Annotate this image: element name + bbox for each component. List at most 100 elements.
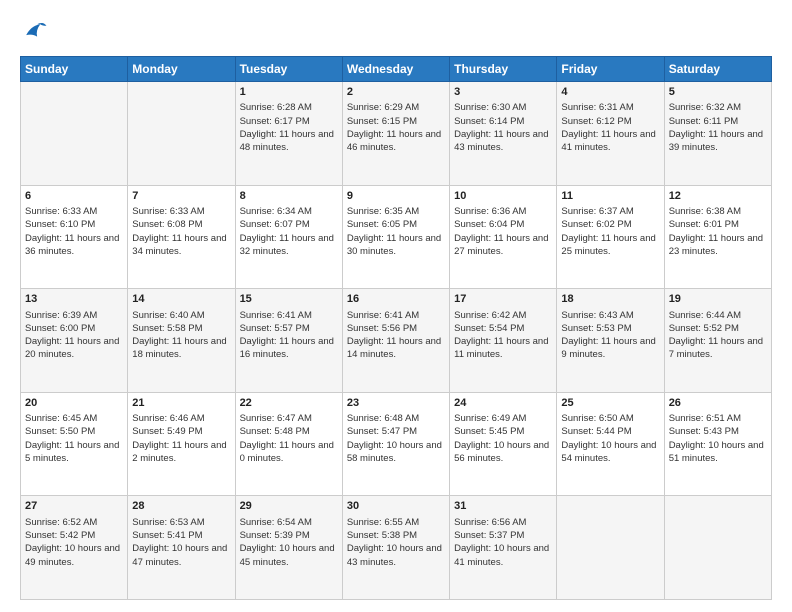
sunrise-text: Sunrise: 6:38 AM bbox=[669, 206, 741, 217]
daylight-text: Daylight: 10 hours and 47 minutes. bbox=[132, 543, 227, 567]
sunset-text: Sunset: 5:49 PM bbox=[132, 426, 202, 437]
day-number: 18 bbox=[561, 292, 659, 307]
calendar-cell: 17Sunrise: 6:42 AMSunset: 5:54 PMDayligh… bbox=[450, 289, 557, 393]
calendar-cell bbox=[128, 82, 235, 186]
sunset-text: Sunset: 6:15 PM bbox=[347, 116, 417, 127]
week-row-2: 6Sunrise: 6:33 AMSunset: 6:10 PMDaylight… bbox=[21, 185, 772, 289]
daylight-text: Daylight: 10 hours and 49 minutes. bbox=[25, 543, 120, 567]
daylight-text: Daylight: 11 hours and 46 minutes. bbox=[347, 129, 441, 153]
calendar-cell: 1Sunrise: 6:28 AMSunset: 6:17 PMDaylight… bbox=[235, 82, 342, 186]
sunset-text: Sunset: 6:11 PM bbox=[669, 116, 739, 127]
sunrise-text: Sunrise: 6:52 AM bbox=[25, 517, 97, 528]
calendar-page: SundayMondayTuesdayWednesdayThursdayFrid… bbox=[0, 0, 792, 612]
calendar-cell: 14Sunrise: 6:40 AMSunset: 5:58 PMDayligh… bbox=[128, 289, 235, 393]
day-number: 11 bbox=[561, 189, 659, 204]
calendar-cell: 21Sunrise: 6:46 AMSunset: 5:49 PMDayligh… bbox=[128, 392, 235, 496]
daylight-text: Daylight: 11 hours and 36 minutes. bbox=[25, 233, 119, 257]
sunrise-text: Sunrise: 6:46 AM bbox=[132, 413, 204, 424]
calendar-cell: 28Sunrise: 6:53 AMSunset: 5:41 PMDayligh… bbox=[128, 496, 235, 600]
sunset-text: Sunset: 5:38 PM bbox=[347, 530, 417, 541]
daylight-text: Daylight: 11 hours and 34 minutes. bbox=[132, 233, 226, 257]
calendar-cell: 10Sunrise: 6:36 AMSunset: 6:04 PMDayligh… bbox=[450, 185, 557, 289]
calendar-table: SundayMondayTuesdayWednesdayThursdayFrid… bbox=[20, 56, 772, 600]
sunset-text: Sunset: 6:14 PM bbox=[454, 116, 524, 127]
day-number: 20 bbox=[25, 396, 123, 411]
daylight-text: Daylight: 10 hours and 45 minutes. bbox=[240, 543, 335, 567]
daylight-text: Daylight: 11 hours and 32 minutes. bbox=[240, 233, 334, 257]
calendar-cell: 26Sunrise: 6:51 AMSunset: 5:43 PMDayligh… bbox=[664, 392, 771, 496]
sunrise-text: Sunrise: 6:36 AM bbox=[454, 206, 526, 217]
weekday-header-thursday: Thursday bbox=[450, 57, 557, 82]
day-number: 13 bbox=[25, 292, 123, 307]
sunset-text: Sunset: 5:58 PM bbox=[132, 323, 202, 334]
daylight-text: Daylight: 10 hours and 41 minutes. bbox=[454, 543, 549, 567]
sunset-text: Sunset: 5:45 PM bbox=[454, 426, 524, 437]
calendar-cell: 22Sunrise: 6:47 AMSunset: 5:48 PMDayligh… bbox=[235, 392, 342, 496]
week-row-3: 13Sunrise: 6:39 AMSunset: 6:00 PMDayligh… bbox=[21, 289, 772, 393]
calendar-cell: 30Sunrise: 6:55 AMSunset: 5:38 PMDayligh… bbox=[342, 496, 449, 600]
calendar-cell: 20Sunrise: 6:45 AMSunset: 5:50 PMDayligh… bbox=[21, 392, 128, 496]
day-number: 9 bbox=[347, 189, 445, 204]
week-row-1: 1Sunrise: 6:28 AMSunset: 6:17 PMDaylight… bbox=[21, 82, 772, 186]
sunset-text: Sunset: 6:07 PM bbox=[240, 219, 310, 230]
sunrise-text: Sunrise: 6:28 AM bbox=[240, 102, 312, 113]
calendar-cell: 3Sunrise: 6:30 AMSunset: 6:14 PMDaylight… bbox=[450, 82, 557, 186]
daylight-text: Daylight: 10 hours and 51 minutes. bbox=[669, 440, 764, 464]
calendar-cell bbox=[557, 496, 664, 600]
sunrise-text: Sunrise: 6:41 AM bbox=[347, 310, 419, 321]
sunrise-text: Sunrise: 6:42 AM bbox=[454, 310, 526, 321]
sunrise-text: Sunrise: 6:37 AM bbox=[561, 206, 633, 217]
sunset-text: Sunset: 5:56 PM bbox=[347, 323, 417, 334]
day-number: 30 bbox=[347, 499, 445, 514]
day-number: 4 bbox=[561, 85, 659, 100]
sunrise-text: Sunrise: 6:41 AM bbox=[240, 310, 312, 321]
daylight-text: Daylight: 11 hours and 18 minutes. bbox=[132, 336, 226, 360]
calendar-cell: 5Sunrise: 6:32 AMSunset: 6:11 PMDaylight… bbox=[664, 82, 771, 186]
day-number: 16 bbox=[347, 292, 445, 307]
sunset-text: Sunset: 6:08 PM bbox=[132, 219, 202, 230]
sunset-text: Sunset: 6:12 PM bbox=[561, 116, 631, 127]
sunset-text: Sunset: 6:00 PM bbox=[25, 323, 95, 334]
sunrise-text: Sunrise: 6:49 AM bbox=[454, 413, 526, 424]
calendar-cell: 15Sunrise: 6:41 AMSunset: 5:57 PMDayligh… bbox=[235, 289, 342, 393]
sunset-text: Sunset: 5:47 PM bbox=[347, 426, 417, 437]
calendar-cell: 24Sunrise: 6:49 AMSunset: 5:45 PMDayligh… bbox=[450, 392, 557, 496]
day-number: 7 bbox=[132, 189, 230, 204]
day-number: 6 bbox=[25, 189, 123, 204]
daylight-text: Daylight: 11 hours and 23 minutes. bbox=[669, 233, 763, 257]
day-number: 8 bbox=[240, 189, 338, 204]
sunrise-text: Sunrise: 6:43 AM bbox=[561, 310, 633, 321]
daylight-text: Daylight: 10 hours and 54 minutes. bbox=[561, 440, 656, 464]
sunrise-text: Sunrise: 6:47 AM bbox=[240, 413, 312, 424]
calendar-cell bbox=[664, 496, 771, 600]
day-number: 5 bbox=[669, 85, 767, 100]
week-row-5: 27Sunrise: 6:52 AMSunset: 5:42 PMDayligh… bbox=[21, 496, 772, 600]
day-number: 23 bbox=[347, 396, 445, 411]
sunrise-text: Sunrise: 6:50 AM bbox=[561, 413, 633, 424]
day-number: 3 bbox=[454, 85, 552, 100]
day-number: 2 bbox=[347, 85, 445, 100]
logo bbox=[20, 18, 52, 46]
calendar-cell: 27Sunrise: 6:52 AMSunset: 5:42 PMDayligh… bbox=[21, 496, 128, 600]
sunset-text: Sunset: 5:53 PM bbox=[561, 323, 631, 334]
daylight-text: Daylight: 11 hours and 7 minutes. bbox=[669, 336, 763, 360]
sunset-text: Sunset: 5:42 PM bbox=[25, 530, 95, 541]
day-number: 22 bbox=[240, 396, 338, 411]
sunrise-text: Sunrise: 6:32 AM bbox=[669, 102, 741, 113]
sunset-text: Sunset: 5:57 PM bbox=[240, 323, 310, 334]
day-number: 21 bbox=[132, 396, 230, 411]
calendar-cell: 25Sunrise: 6:50 AMSunset: 5:44 PMDayligh… bbox=[557, 392, 664, 496]
daylight-text: Daylight: 11 hours and 43 minutes. bbox=[454, 129, 548, 153]
sunrise-text: Sunrise: 6:48 AM bbox=[347, 413, 419, 424]
sunset-text: Sunset: 5:44 PM bbox=[561, 426, 631, 437]
sunset-text: Sunset: 6:04 PM bbox=[454, 219, 524, 230]
daylight-text: Daylight: 11 hours and 14 minutes. bbox=[347, 336, 441, 360]
sunset-text: Sunset: 5:48 PM bbox=[240, 426, 310, 437]
sunset-text: Sunset: 5:39 PM bbox=[240, 530, 310, 541]
weekday-header-wednesday: Wednesday bbox=[342, 57, 449, 82]
day-number: 15 bbox=[240, 292, 338, 307]
weekday-header-tuesday: Tuesday bbox=[235, 57, 342, 82]
sunrise-text: Sunrise: 6:45 AM bbox=[25, 413, 97, 424]
day-number: 1 bbox=[240, 85, 338, 100]
daylight-text: Daylight: 11 hours and 25 minutes. bbox=[561, 233, 655, 257]
